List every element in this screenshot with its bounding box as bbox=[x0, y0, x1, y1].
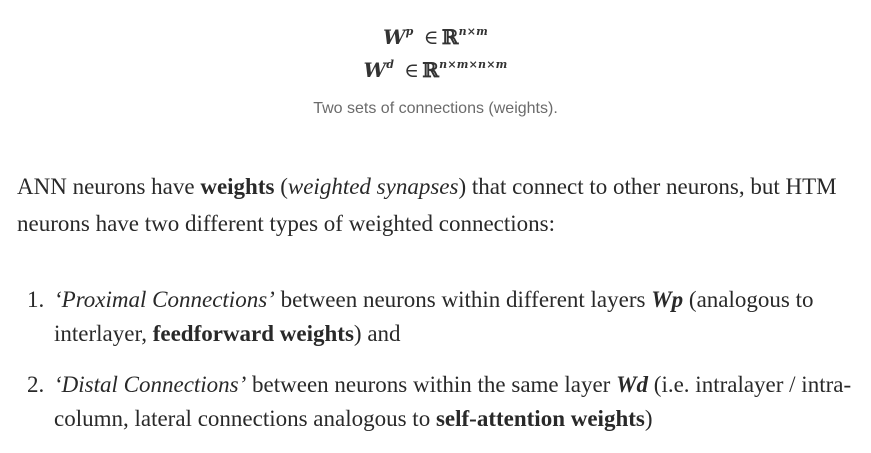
list-item-symbol: Wd bbox=[616, 372, 649, 397]
list-item-text: ) and bbox=[353, 321, 401, 346]
para-italic-synapses: weighted synapses bbox=[287, 174, 459, 199]
list-item: 1. ‘Proximal Connections’ between neurons… bbox=[17, 283, 862, 351]
eq2-dims: n×m×n×m bbox=[439, 58, 508, 71]
body-paragraph: ANN neurons have weights (weighted synap… bbox=[17, 168, 847, 242]
eq1-base: W bbox=[382, 25, 406, 49]
eq1-dims: n×m bbox=[458, 25, 489, 38]
equation-figure: Wp ∈ ℝn×m Wd ∈ ℝn×m×n×m Two sets of connec… bbox=[0, 18, 871, 118]
list-item-symbol: Wp bbox=[651, 287, 684, 312]
list-item: 2. ‘Distal Connections’ between neurons w… bbox=[17, 368, 862, 436]
list-item-text: ) bbox=[644, 406, 653, 431]
eq2-set: ℝ bbox=[422, 58, 440, 82]
eq2-base: W bbox=[363, 58, 387, 82]
eq2-in: ∈ bbox=[404, 58, 420, 82]
eq1-in: ∈ bbox=[423, 25, 439, 49]
list-item-bold: feedforward weights bbox=[152, 321, 354, 346]
para-text-2: ( bbox=[274, 174, 288, 199]
figure-caption: Two sets of connections (weights). bbox=[313, 100, 558, 117]
para-bold-weights: weights bbox=[200, 174, 275, 199]
list-item-text: between neurons within different layers bbox=[274, 287, 652, 312]
list-item-text: between neurons within the same layer bbox=[246, 372, 617, 397]
eq1-set: ℝ bbox=[441, 25, 459, 49]
eq2-sup: d bbox=[386, 58, 395, 71]
list-item-italic: ‘Proximal Connections’ bbox=[54, 287, 275, 312]
list-number: 2. bbox=[27, 372, 45, 397]
equation-proximal: Wp ∈ ℝn×m bbox=[0, 18, 871, 51]
list-number: 1. bbox=[27, 287, 45, 312]
equation-distal: Wd ∈ ℝn×m×n×m bbox=[0, 51, 871, 84]
list-item-italic: ‘Distal Connections’ bbox=[54, 372, 247, 397]
eq1-sup: p bbox=[405, 25, 414, 38]
para-text-1: ANN neurons have bbox=[17, 174, 201, 199]
ordered-list: 1. ‘Proximal Connections’ between neurons… bbox=[17, 283, 862, 453]
list-item-bold: self-attention weights bbox=[435, 406, 645, 431]
